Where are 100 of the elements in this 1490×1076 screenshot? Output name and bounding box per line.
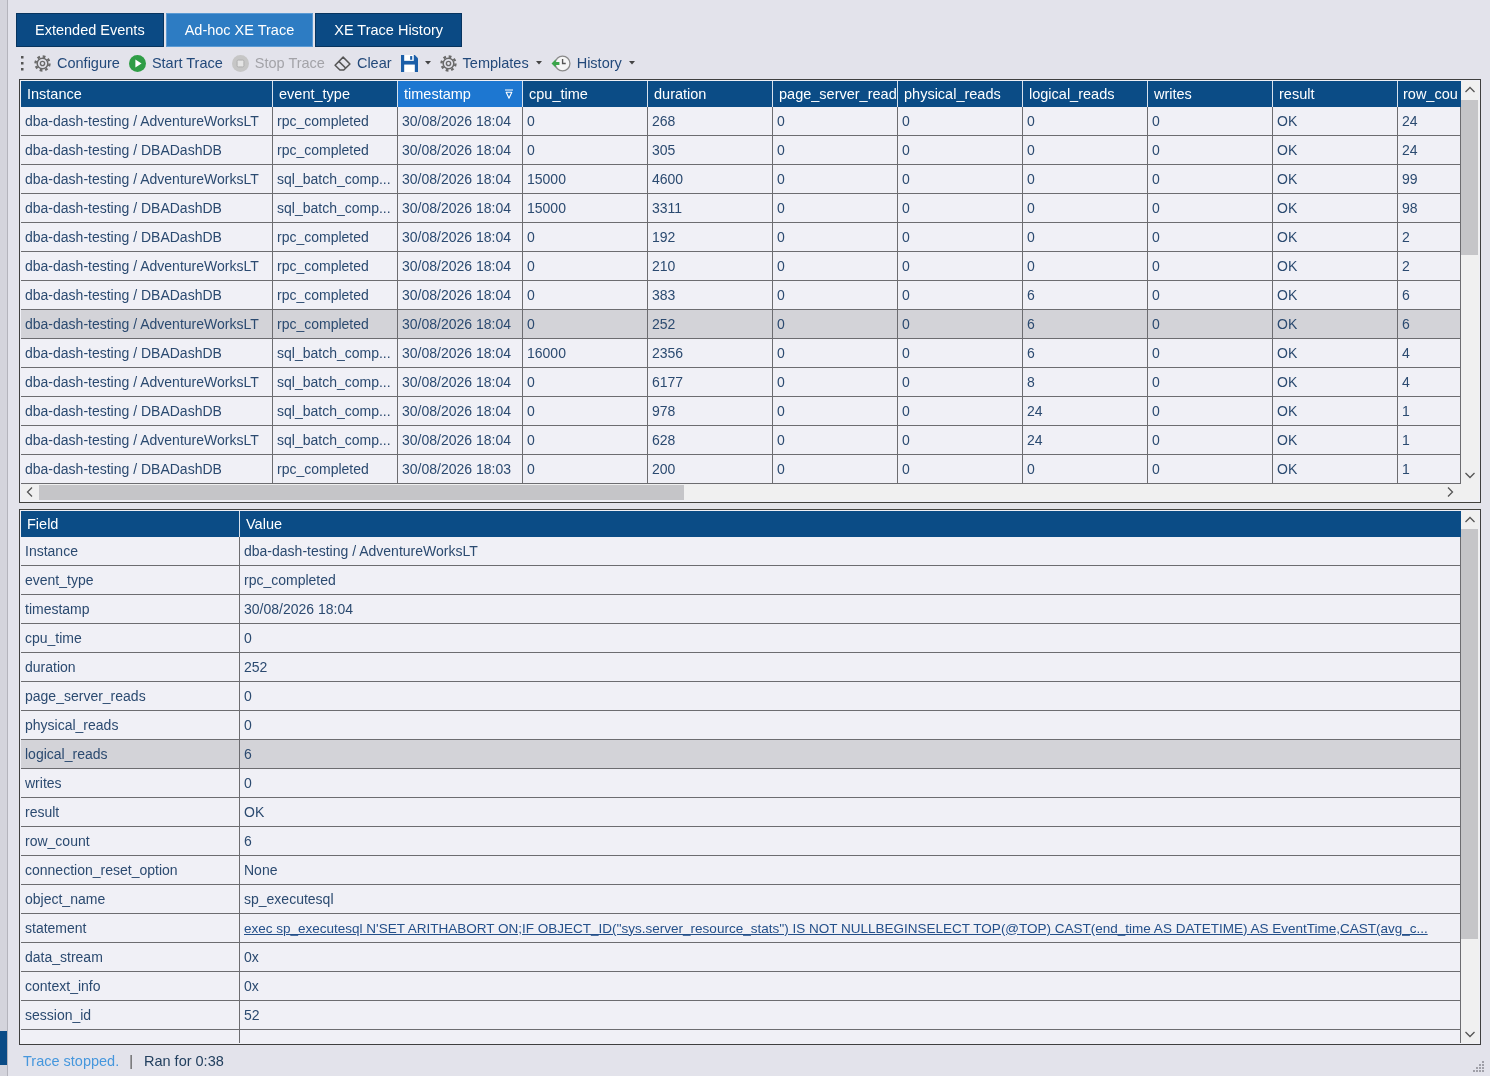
table-cell: rpc_completed [273, 107, 398, 135]
table-row[interactable]: page_server_reads 0 [21, 682, 1461, 711]
table-cell: context_info [21, 972, 240, 1000]
table-cell: 0 [1023, 223, 1148, 251]
table-cell: 210 [648, 252, 773, 280]
table-cell: 30/08/2026 18:04 [398, 252, 523, 280]
grip-icon [21, 55, 24, 71]
table-cell: session_id [21, 1001, 240, 1029]
table-cell: OK [1273, 194, 1398, 222]
gear-icon [34, 54, 51, 72]
table-cell: event_type [21, 566, 240, 594]
resize-grip-icon[interactable] [1471, 1058, 1485, 1073]
table-cell: row_count [21, 827, 240, 855]
table-row[interactable]: dba-dash-testing / DBADashDB sql_batch_comp... 30/08/2026 18:04 16000 2356 0 0 6 0 OK 4 [21, 339, 1461, 368]
configure-button[interactable]: Configure [31, 51, 123, 75]
scrollbar-thumb[interactable] [1461, 100, 1478, 255]
table-cell: dba-dash-testing / AdventureWorksLT [21, 368, 273, 396]
table-cell: data_stream [21, 943, 240, 971]
save-icon [400, 54, 418, 72]
table-cell: 0 [523, 397, 648, 425]
table-cell: 0 [523, 426, 648, 454]
history-button[interactable]: History [547, 51, 638, 75]
templates-button[interactable]: Templates [436, 51, 545, 75]
table-cell: 0 [773, 223, 898, 251]
table-row[interactable]: data_stream 0x [21, 943, 1461, 972]
column-header[interactable]: row_cou [1398, 81, 1461, 107]
table-cell: 0 [773, 281, 898, 309]
table-row[interactable]: logical_reads 6 [21, 740, 1461, 769]
table-cell: 30/08/2026 18:04 [398, 368, 523, 396]
table-row[interactable]: physical_reads 0 [21, 711, 1461, 740]
table-row[interactable]: cpu_time 0 [21, 624, 1461, 653]
table-row[interactable]: object_name sp_executesql [21, 885, 1461, 914]
table-row[interactable]: dba-dash-testing / AdventureWorksLT rpc_completed 30/08/2026 18:04 0 252 0 0 6 0 OK 6 [21, 310, 1461, 339]
horizontal-scrollbar[interactable] [21, 484, 1479, 500]
table-row[interactable]: statement exec sp_executesql N'SET ARITHABORT ON;IF OBJECT_ID(''sys.server_resource_stats'') IS NOT NULLBEGINSELECT TOP(@TOP) CAST(end_time AS DATETIME) AS EventTime,CAST(avg_c... [21, 914, 1461, 943]
column-header[interactable]: Value [240, 511, 1461, 537]
table-cell: OK [1273, 368, 1398, 396]
table-cell: dba-dash-testing / DBADashDB [21, 194, 273, 222]
clear-button[interactable]: Clear [330, 51, 395, 75]
table-cell: 0 [1148, 107, 1273, 135]
vertical-scrollbar[interactable] [1461, 511, 1479, 1043]
table-cell: 30/08/2026 18:04 [398, 223, 523, 251]
table-row[interactable]: dba-dash-testing / DBADashDB sql_batch_comp... 30/08/2026 18:04 0 978 0 0 24 0 OK 1 [21, 397, 1461, 426]
table-cell: dba-dash-testing / AdventureWorksLT [21, 426, 273, 454]
table-row[interactable]: dba-dash-testing / DBADashDB rpc_completed 30/08/2026 18:04 0 192 0 0 0 0 OK 2 [21, 223, 1461, 252]
table-cell: dba-dash-testing / DBADashDB [21, 397, 273, 425]
table-cell: 0 [773, 136, 898, 164]
table-row[interactable]: connection_reset_option None [21, 856, 1461, 885]
table-cell: OK [1273, 136, 1398, 164]
tab[interactable]: Extended Events [16, 13, 164, 47]
table-cell: 0 [1148, 368, 1273, 396]
tab[interactable]: XE Trace History [315, 13, 463, 47]
caret-icon [535, 61, 542, 65]
table-cell: cpu_time [21, 624, 240, 652]
table-row[interactable]: dba-dash-testing / DBADashDB sql_batch_comp... 30/08/2026 18:04 15000 3311 0 0 0 0 OK 98 [21, 194, 1461, 223]
table-cell: 268 [648, 107, 773, 135]
table-row[interactable]: duration 252 [21, 653, 1461, 682]
table-row[interactable]: timestamp 30/08/2026 18:04 [21, 595, 1461, 624]
table-cell: 0 [1148, 455, 1273, 483]
table-row[interactable]: context_info 0x [21, 972, 1461, 1001]
table-cell: 0 [523, 223, 648, 251]
table-cell: 0 [1148, 339, 1273, 367]
table-row[interactable]: dba-dash-testing / AdventureWorksLT sql_batch_comp... 30/08/2026 18:04 0 6177 0 0 8 0 OK 4 [21, 368, 1461, 397]
table-row[interactable]: result OK [21, 798, 1461, 827]
table-cell: sql_batch_comp... [273, 397, 398, 425]
table-cell: sql_batch_comp... [273, 165, 398, 193]
column-header[interactable]: timestamp [398, 81, 523, 107]
table-row[interactable]: row_count 6 [21, 827, 1461, 856]
table-cell: dba-dash-testing / AdventureWorksLT [21, 252, 273, 280]
table-row[interactable]: dba-dash-testing / AdventureWorksLT rpc_completed 30/08/2026 18:04 0 210 0 0 0 0 OK 2 [21, 252, 1461, 281]
table-cell: object_name [21, 885, 240, 913]
statement-link[interactable]: exec sp_executesql N'SET ARITHABORT ON;IF OBJECT_ID(''sys.server_resource_stats'') IS NOT NULLBEGINSELECT TOP(@TOP) CAST(end_time AS DATETIME) AS EventTime,CAST(avg_c... [244, 920, 1428, 936]
table-cell: dba-dash-testing / DBADashDB [21, 281, 273, 309]
table-row[interactable]: session_id 52 [21, 1001, 1461, 1030]
table-cell: OK [1273, 252, 1398, 280]
scrollbar-thumb[interactable] [1461, 529, 1478, 939]
table-cell: 0 [1148, 136, 1273, 164]
table-cell: 0 [1148, 281, 1273, 309]
scrollbar-thumb[interactable] [39, 484, 684, 500]
elapsed-time-text: Ran for 0:38 [143, 1052, 224, 1069]
table-row[interactable]: dba-dash-testing / AdventureWorksLT sql_batch_comp... 30/08/2026 18:04 0 628 0 0 24 0 OK 1 [21, 426, 1461, 455]
table-row[interactable]: dba-dash-testing / AdventureWorksLT rpc_completed 30/08/2026 18:04 0 268 0 0 0 0 OK 24 [21, 107, 1461, 136]
table-row[interactable]: dba-dash-testing / AdventureWorksLT sql_batch_comp... 30/08/2026 18:04 15000 4600 0 0 0 0 OK 99 [21, 165, 1461, 194]
table-cell: 0 [1148, 194, 1273, 222]
table-row[interactable]: dba-dash-testing / DBADashDB rpc_completed 30/08/2026 18:03 0 200 0 0 0 0 OK 1 [21, 455, 1461, 484]
table-row[interactable]: dba-dash-testing / DBADashDB rpc_completed 30/08/2026 18:04 0 305 0 0 0 0 OK 24 [21, 136, 1461, 165]
table-cell: 0 [523, 281, 648, 309]
table-cell: 0 [898, 252, 1023, 280]
table-cell: physical_reads [21, 711, 240, 739]
table-row[interactable]: event_type rpc_completed [21, 566, 1461, 595]
table-row[interactable]: dba-dash-testing / DBADashDB rpc_completed 30/08/2026 18:04 0 383 0 0 6 0 OK 6 [21, 281, 1461, 310]
table-cell: rpc_completed [273, 310, 398, 338]
table-cell: sql_batch_comp... [273, 339, 398, 367]
start-trace-button[interactable]: Start Trace [125, 51, 226, 75]
table-row[interactable]: Instance dba-dash-testing / AdventureWorksLT [21, 537, 1461, 566]
tab[interactable]: Ad-hoc XE Trace [165, 13, 314, 47]
vertical-scrollbar[interactable] [1461, 81, 1479, 484]
table-row[interactable]: writes 0 [21, 769, 1461, 798]
table-cell: 0 [523, 455, 648, 483]
table-cell: 3311 [648, 194, 773, 222]
